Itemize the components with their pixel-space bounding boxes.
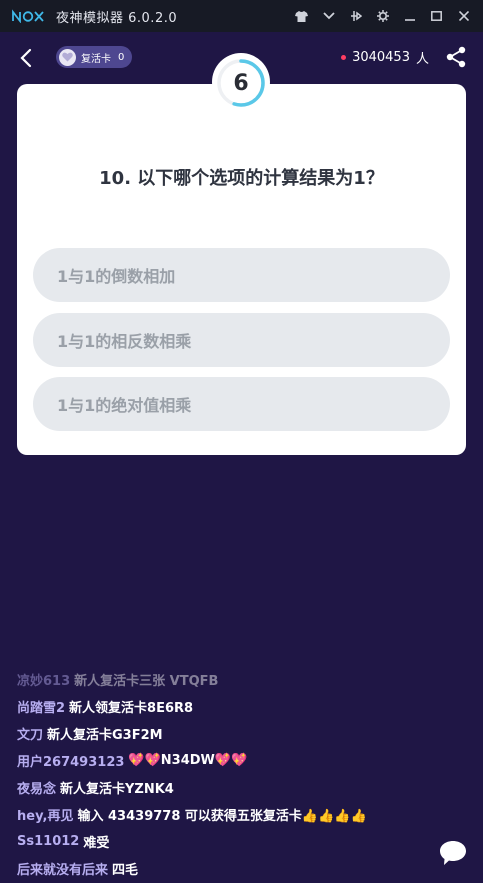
online-counter: 3040453 人 (341, 48, 429, 67)
close-icon[interactable] (450, 0, 477, 32)
countdown-seconds: 6 (233, 70, 249, 96)
chat-username: hey,再见 (17, 809, 74, 824)
chat-message: 尚踏雪2 新人领复活卡8E6R8 (17, 693, 437, 720)
chat-username: 后来就没有后来 (17, 863, 109, 878)
share-button[interactable] (445, 46, 467, 68)
chat-text: 四毛 (112, 863, 139, 878)
chat-username: Ss11012 (17, 834, 80, 849)
chat-message: Ss11012 难受 (17, 828, 437, 855)
chat-message: 用户267493123 💖💖N34DW💖💖 (17, 747, 437, 774)
window-title: 夜神模拟器 6.0.2.0 (56, 10, 178, 26)
chat-message: 文刀 新人复活卡G3F2M (17, 720, 437, 747)
chat-message: 凉妙613 新人复活卡三张 VTQFB (17, 666, 437, 693)
chat-text: 💖💖N34DW💖💖 (128, 753, 248, 768)
answer-option-2[interactable]: 1与1的相反数相乘 (33, 313, 450, 367)
revive-card-badge[interactable]: 复活卡 0 (56, 46, 133, 68)
chat-username: 文刀 (17, 728, 44, 743)
live-dot-icon (341, 55, 347, 60)
speech-bubble-icon (440, 841, 466, 865)
shirt-icon[interactable] (288, 0, 315, 32)
chevron-left-icon (20, 48, 32, 68)
question-card: 10. 以下哪个选项的计算结果为1？ 1与1的倒数相加 1与1的相反数相乘 1与… (17, 84, 466, 455)
emulator-titlebar: 夜神模拟器 6.0.2.0 (0, 0, 483, 32)
share-icon (446, 46, 466, 68)
chat-username: 用户267493123 (17, 755, 125, 770)
question-text: 10. 以下哪个选项的计算结果为1？ (99, 168, 384, 189)
chat-message: 夜易念 新人复活卡YZNK4 (17, 774, 437, 801)
answer-option-3[interactable]: 1与1的绝对值相乘 (33, 377, 450, 431)
chat-button[interactable] (439, 840, 467, 866)
back-button[interactable] (14, 46, 38, 70)
chat-text: 新人领复活卡8E6R8 (69, 701, 194, 716)
chat-message: 后来就没有后来 四毛 (17, 855, 437, 882)
online-count: 3040453 (352, 50, 410, 65)
chat-message: hey,再见 输入 43439778 可以获得五张复活卡👍👍👍👍 (17, 801, 437, 828)
maximize-icon[interactable] (423, 0, 450, 32)
chat-text: 难受 (83, 836, 110, 851)
chat-username: 尚踏雪2 (17, 701, 66, 716)
chat-username: 凉妙613 (17, 674, 71, 689)
chat-text: 新人复活卡YZNK4 (60, 782, 174, 797)
pin-icon[interactable] (342, 0, 369, 32)
chat-text: 新人复活卡G3F2M (47, 728, 163, 743)
dropdown-icon[interactable] (315, 0, 342, 32)
online-unit: 人 (415, 52, 429, 67)
revive-card-count: 0 (118, 51, 125, 63)
revive-card-label: 复活卡 (81, 53, 111, 65)
chat-text: 新人复活卡三张 VTQFB (74, 674, 219, 689)
gear-icon[interactable] (369, 0, 396, 32)
nox-logo (12, 9, 46, 23)
chat-text: 输入 43439778 可以获得五张复活卡👍👍👍👍 (77, 809, 367, 824)
minimize-icon[interactable] (396, 0, 423, 32)
heart-icon (59, 48, 76, 66)
answer-option-1[interactable]: 1与1的倒数相加 (33, 248, 450, 302)
chat-username: 夜易念 (17, 782, 57, 797)
chat-feed: 凉妙613 新人复活卡三张 VTQFB 尚踏雪2 新人领复活卡8E6R8 文刀 新人复活卡… (17, 666, 437, 882)
